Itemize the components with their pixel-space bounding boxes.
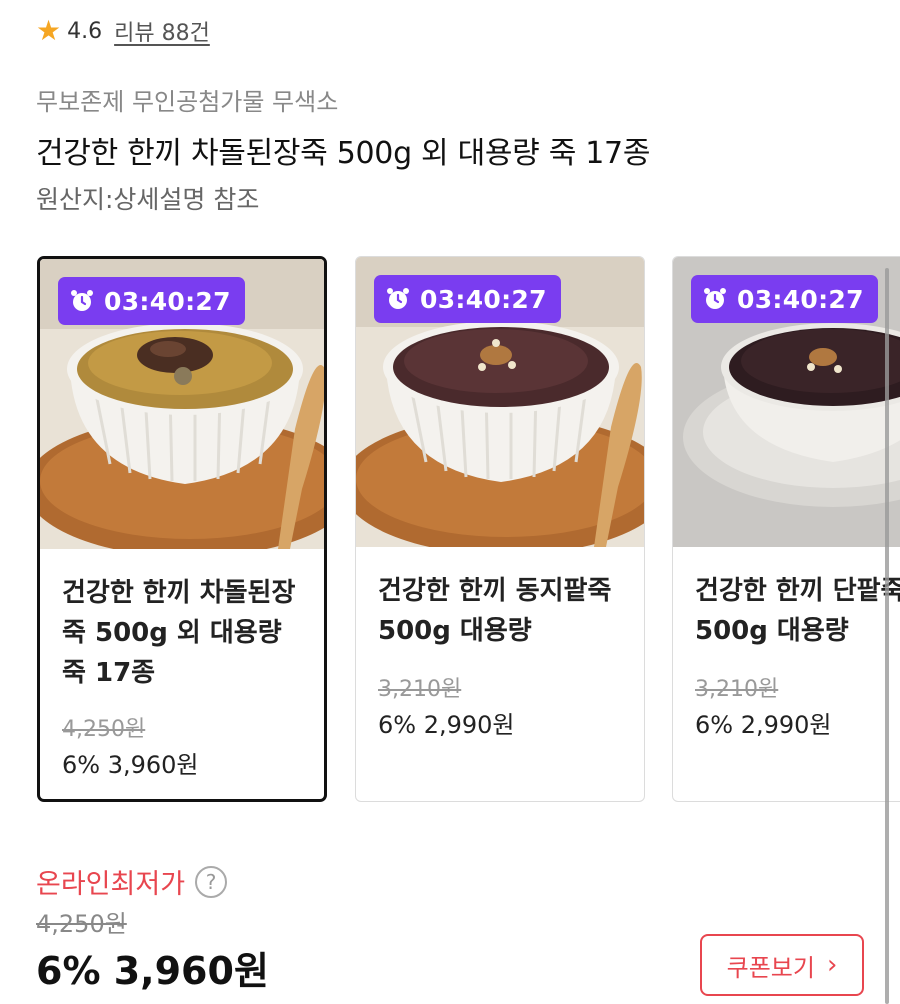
- rating-row: ★ 4.6 리뷰 88건: [36, 14, 210, 48]
- option-original-price: 4,250원: [62, 717, 146, 742]
- product-tags: 무보존제 무인공첨가물 무색소: [36, 88, 339, 116]
- timer-text: 03:40:27: [737, 284, 864, 314]
- lowest-price-row: 온라인최저가 ?: [36, 862, 228, 901]
- star-icon: ★: [36, 14, 62, 47]
- option-sale-price: 6% 2,990원: [695, 711, 832, 739]
- alarm-clock-icon: [387, 288, 409, 309]
- countdown-timer-3: 03:40:27: [691, 275, 878, 323]
- option-name: 건강한 한끼 차돌된장죽 500g 외 대용량 죽 17종: [62, 578, 296, 688]
- option-name: 건강한 한끼 동지팥죽 500g 대용량: [378, 576, 612, 646]
- coupon-button-label: 쿠폰보기: [726, 953, 815, 982]
- product-title: 건강한 한끼 차돌된장죽 500g 외 대용량 죽 17종: [36, 136, 651, 171]
- option-carousel[interactable]: 03:40:27 건강한 한끼 차돌된장죽 500g 외 대용량 죽 17종 4…: [0, 256, 900, 808]
- timer-text: 03:40:27: [420, 284, 547, 314]
- countdown-timer-1: 03:40:27: [58, 277, 245, 325]
- countdown-timer-2: 03:40:27: [374, 275, 561, 323]
- option-image-1: 03:40:27: [40, 259, 324, 549]
- option-name: 건강한 한끼 단팥죽 500g 대용량: [695, 576, 900, 646]
- lowest-price-label: 온라인최저가: [36, 869, 186, 900]
- alarm-clock-icon: [704, 288, 726, 309]
- option-sale-price: 6% 2,990원: [378, 711, 515, 739]
- option-original-price: 3,210원: [378, 677, 462, 702]
- help-icon[interactable]: ?: [195, 865, 228, 898]
- option-card-3[interactable]: 03:40:27 건강한 한끼 단팥죽 500g 대용량 3,210원 6% 2…: [672, 256, 900, 802]
- sale-price: 6% 3,960원: [36, 949, 269, 993]
- product-origin: 원산지:상세설명 참조: [36, 185, 260, 214]
- original-price: 4,250원: [36, 910, 127, 938]
- chevron-right-icon: ›: [826, 950, 838, 980]
- option-image-3: 03:40:27: [673, 257, 900, 547]
- coupon-button[interactable]: 쿠폰보기 ›: [700, 934, 864, 996]
- timer-text: 03:40:27: [104, 286, 231, 316]
- option-sale-price: 6% 3,960원: [62, 751, 199, 779]
- rating-value: 4.6: [67, 18, 103, 44]
- review-count-link[interactable]: 리뷰 88건: [114, 15, 210, 47]
- alarm-clock-icon: [71, 290, 93, 311]
- option-card-2[interactable]: 03:40:27 건강한 한끼 동지팥죽 500g 대용량 3,210원 6% …: [355, 256, 645, 802]
- scrollbar[interactable]: [885, 268, 889, 1004]
- option-original-price: 3,210원: [695, 677, 779, 702]
- option-image-2: 03:40:27: [356, 257, 644, 547]
- option-card-1[interactable]: 03:40:27 건강한 한끼 차돌된장죽 500g 외 대용량 죽 17종 4…: [37, 256, 327, 802]
